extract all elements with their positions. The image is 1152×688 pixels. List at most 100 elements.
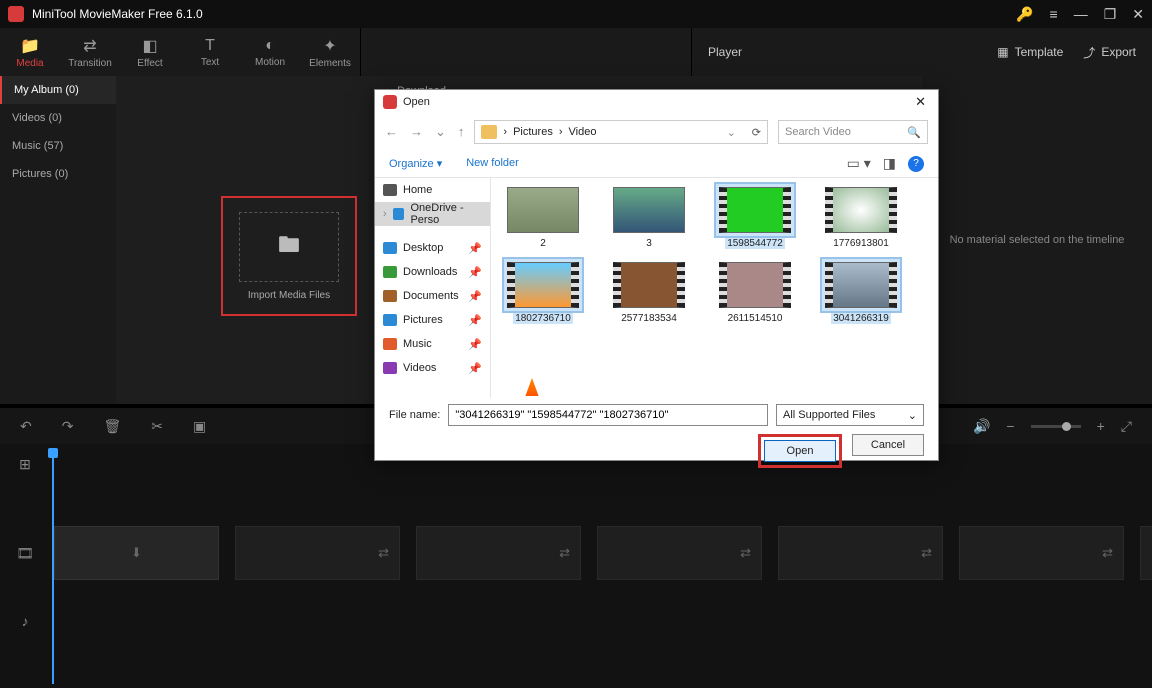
nav-up-icon[interactable]: ↑	[458, 124, 465, 140]
properties-panel: No material selected on the timeline	[922, 76, 1152, 404]
export-button[interactable]: ⤴Export	[1083, 44, 1136, 61]
dialog-logo-icon	[383, 95, 397, 109]
fit-icon[interactable]: ⤢	[1121, 418, 1132, 435]
nav-documents[interactable]: Documents📌	[375, 284, 490, 308]
template-icon: ▦	[997, 45, 1008, 59]
speaker-icon[interactable]: 🔊	[973, 418, 990, 435]
newfolder-button[interactable]: New folder	[466, 157, 519, 170]
player-label: Player	[708, 45, 742, 59]
breadcrumb[interactable]: › Pictures› Video ⌄ ⟳	[474, 120, 768, 144]
file-item[interactable]: 1802736710	[503, 259, 583, 324]
timeline: ⊞ 🎞 ⬇ ⇄ ⇄ ⇄ ⇄ ⇄ ⇄ ♪	[0, 444, 1152, 688]
crop-icon[interactable]: ▣	[193, 418, 206, 435]
track-add-icon[interactable]: ⊞	[0, 452, 50, 476]
view-mode-icon[interactable]: ▭ ▾	[847, 155, 871, 172]
clip-placeholder[interactable]: ⬇	[54, 526, 219, 580]
main-toolbar: 📁Media ⇄Transition ◧Effect TText ◐Motion…	[0, 28, 1152, 76]
file-name: 1598544772	[725, 238, 785, 249]
clip-slot[interactable]: ⇄	[959, 526, 1124, 580]
filename-input[interactable]	[448, 404, 768, 426]
help-icon[interactable]: ?	[908, 156, 924, 172]
video-track-icon: 🎞	[0, 520, 50, 586]
tab-motion[interactable]: ◐Motion	[240, 28, 300, 76]
undo-icon[interactable]: ↶	[20, 418, 32, 435]
template-label: Template	[1015, 45, 1064, 59]
zoom-slider[interactable]	[1031, 425, 1081, 428]
export-icon: ⤴	[1083, 44, 1095, 61]
dialog-close-icon[interactable]: ✕	[911, 94, 930, 110]
nav-videos[interactable]: Videos📌	[375, 356, 490, 380]
nav-back-icon[interactable]: ←	[385, 124, 398, 140]
nav-onedrive[interactable]: ›OneDrive - Perso	[375, 202, 490, 226]
file-item[interactable]: 2611514510	[715, 259, 795, 324]
close-icon[interactable]: ✕	[1132, 6, 1144, 23]
clip-slot[interactable]: ⇄	[778, 526, 943, 580]
video-track[interactable]: ⬇ ⇄ ⇄ ⇄ ⇄ ⇄ ⇄	[50, 520, 1152, 586]
file-item[interactable]: 2577183534	[609, 259, 689, 324]
tab-effect[interactable]: ◧Effect	[120, 28, 180, 76]
refresh-icon[interactable]: ⟳	[752, 126, 761, 139]
clip-slot[interactable]: ⇄	[1140, 526, 1152, 580]
organize-button[interactable]: Organize ▾	[389, 157, 442, 170]
filter-label: All Supported Files	[783, 409, 875, 421]
nav-desktop-label: Desktop	[403, 242, 443, 254]
minimize-icon[interactable]: —	[1074, 6, 1088, 22]
nav-music[interactable]: Music📌	[375, 332, 490, 356]
clip-slot[interactable]: ⇄	[416, 526, 581, 580]
nav-pictures-label: Pictures	[403, 314, 443, 326]
open-button[interactable]: Open	[764, 440, 836, 462]
tab-transition-label: Transition	[68, 58, 112, 69]
dialog-title: Open	[403, 96, 911, 108]
file-item[interactable]: 3	[609, 184, 689, 249]
tab-elements[interactable]: ✦Elements	[300, 28, 360, 76]
sidebar-item-pictures[interactable]: Pictures (0)	[0, 160, 116, 188]
nav-dropdown-icon[interactable]: ⌄	[435, 124, 446, 140]
nav-documents-label: Documents	[403, 290, 459, 302]
tab-media[interactable]: 📁Media	[0, 28, 60, 76]
clip-slot[interactable]: ⇄	[235, 526, 400, 580]
cancel-button[interactable]: Cancel	[852, 434, 924, 456]
nav-forward-icon[interactable]: →	[410, 124, 423, 140]
file-item[interactable]: 1776913801	[821, 184, 901, 249]
split-icon[interactable]: ✂	[151, 418, 163, 435]
file-item[interactable]: 2	[503, 184, 583, 249]
file-name: 1802736710	[513, 313, 573, 324]
zoom-out-icon[interactable]: −	[1006, 418, 1014, 434]
vlc-cone-icon	[521, 378, 543, 396]
sidebar-item-myalbum[interactable]: My Album (0)	[0, 76, 116, 104]
tab-motion-label: Motion	[255, 57, 285, 68]
zoom-in-icon[interactable]: +	[1097, 418, 1105, 434]
app-logo	[8, 6, 24, 22]
chevron-down-icon[interactable]: ⌄	[727, 126, 736, 139]
media-sidebar: My Album (0) Videos (0) Music (57) Pictu…	[0, 76, 116, 404]
maximize-icon[interactable]: ❐	[1104, 6, 1117, 23]
file-item[interactable]: 1598544772	[715, 184, 795, 249]
file-name: 2611514510	[726, 313, 785, 324]
nav-home[interactable]: Home	[375, 178, 490, 202]
file-filter-dropdown[interactable]: All Supported Files⌄	[776, 404, 924, 426]
delete-icon[interactable]: 🗑	[103, 418, 121, 435]
search-input[interactable]: Search Video 🔍	[778, 120, 928, 144]
menu-icon[interactable]: ≡	[1050, 6, 1058, 22]
file-name: 2	[538, 238, 548, 249]
tab-transition[interactable]: ⇄Transition	[60, 28, 120, 76]
nav-downloads[interactable]: Downloads📌	[375, 260, 490, 284]
breadcrumb-video[interactable]: Video	[569, 126, 597, 138]
upgrade-icon[interactable]: 🔑	[1016, 6, 1033, 23]
nav-desktop[interactable]: Desktop📌	[375, 236, 490, 260]
nav-pictures[interactable]: Pictures📌	[375, 308, 490, 332]
file-item[interactable]: 3041266319	[821, 259, 901, 324]
file-name: 2577183534	[619, 313, 679, 324]
open-button-label: Open	[787, 445, 814, 457]
template-button[interactable]: ▦ Template	[997, 45, 1063, 59]
sidebar-item-videos[interactable]: Videos (0)	[0, 104, 116, 132]
preview-pane-icon[interactable]: ◨	[883, 155, 896, 172]
cancel-button-label: Cancel	[871, 439, 905, 451]
redo-icon[interactable]: ↷	[62, 418, 74, 435]
import-media-box[interactable]: 🖿 Import Media Files	[221, 196, 357, 316]
clip-slot[interactable]: ⇄	[597, 526, 762, 580]
tab-text[interactable]: TText	[180, 28, 240, 76]
breadcrumb-pictures[interactable]: Pictures	[513, 126, 553, 138]
sidebar-item-music[interactable]: Music (57)	[0, 132, 116, 160]
filename-label: File name:	[389, 409, 440, 421]
